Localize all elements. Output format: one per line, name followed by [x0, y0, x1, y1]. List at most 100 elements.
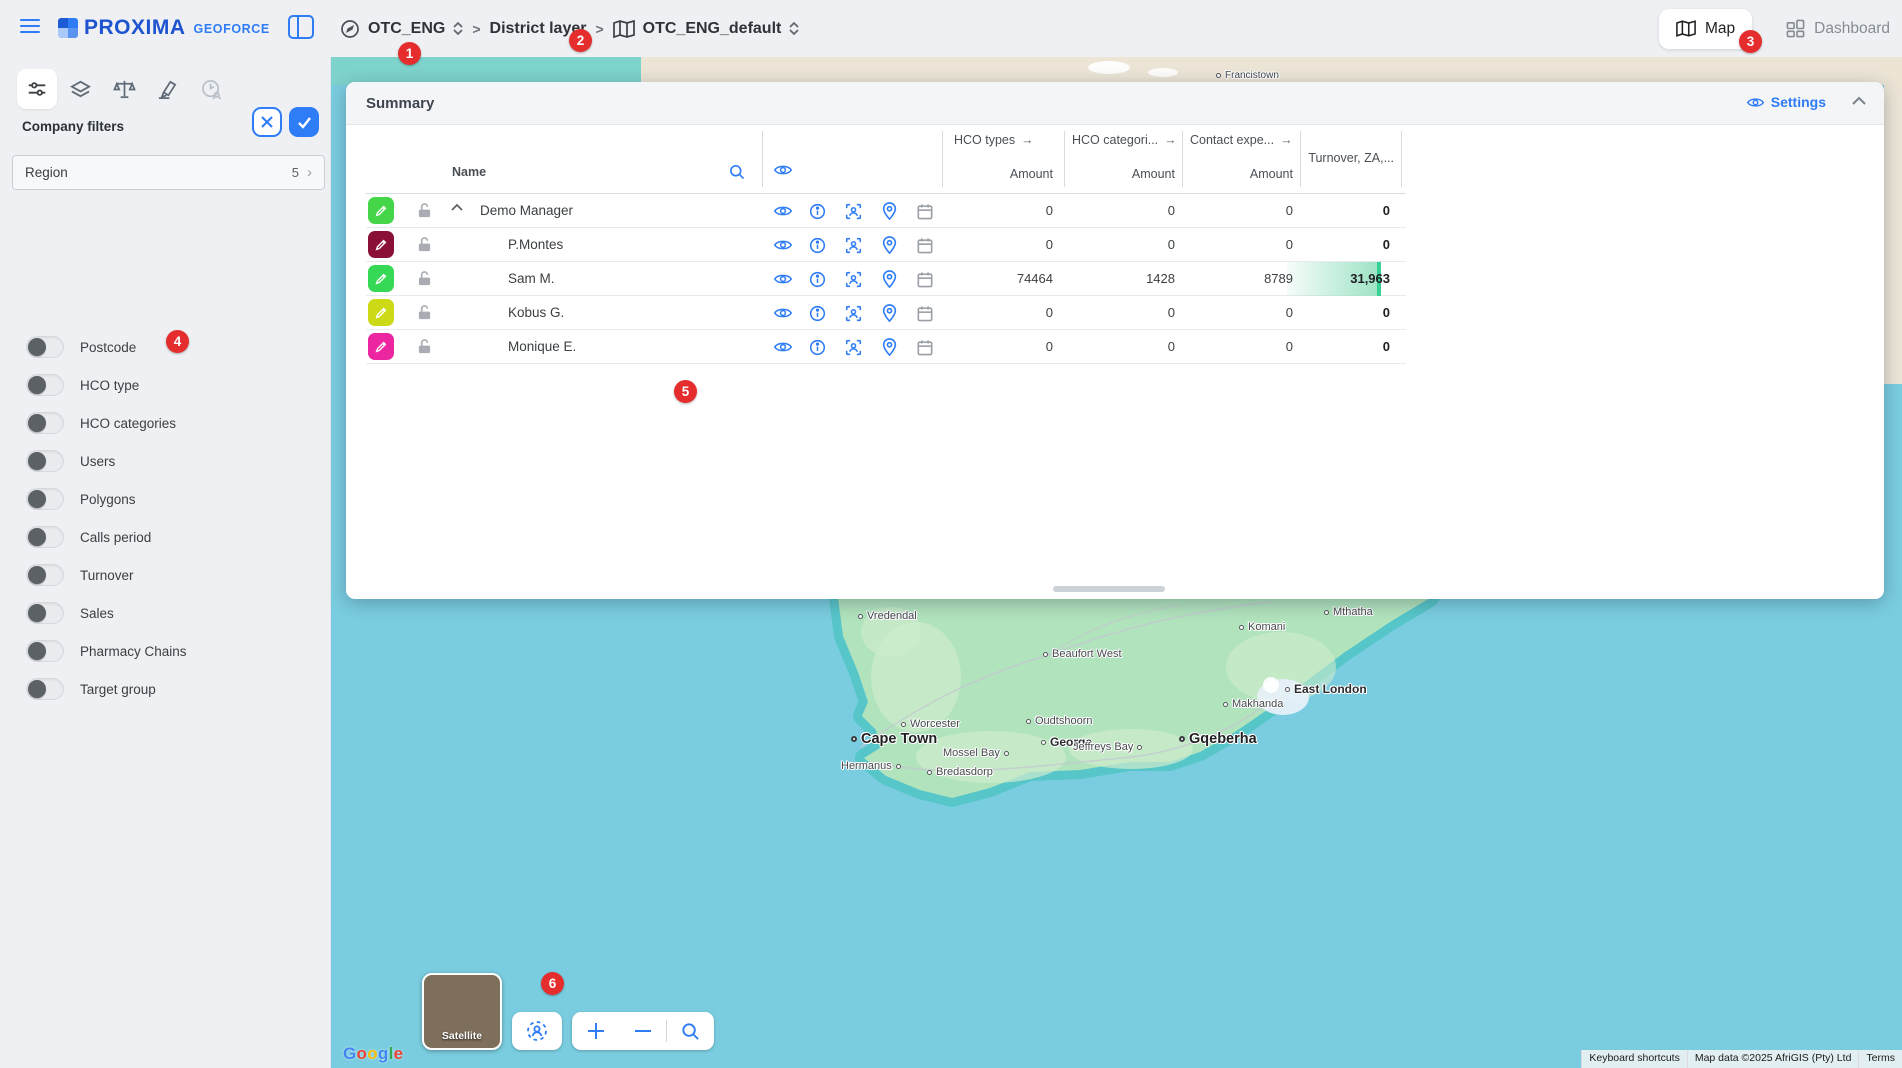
highlighter-tool-button[interactable] [147, 69, 187, 109]
target-group-toggle[interactable] [26, 678, 64, 700]
row-name[interactable]: Demo Manager [480, 203, 573, 218]
amount-header[interactable]: Amount [953, 167, 1053, 181]
amount-cell: 0 [953, 203, 1053, 218]
collapse-chevron-icon[interactable] [451, 203, 463, 211]
eye-icon[interactable] [774, 202, 792, 220]
zoom-out-button[interactable] [619, 1012, 666, 1050]
map-search-button[interactable] [667, 1012, 714, 1050]
collapse-panel-button[interactable] [1852, 96, 1866, 105]
info-icon[interactable] [808, 304, 826, 322]
calendar-icon[interactable] [916, 202, 934, 220]
amount-cell: 0 [1075, 203, 1175, 218]
filters-tool-button[interactable] [17, 69, 57, 109]
location-pin-icon[interactable] [880, 202, 898, 220]
info-icon[interactable] [808, 270, 826, 288]
row-name[interactable]: Monique E. [508, 339, 576, 354]
pharmacy-chains-toggle[interactable] [26, 640, 64, 662]
proxima-logo-icon [58, 18, 78, 38]
lock-icon[interactable] [417, 202, 432, 219]
apply-filters-button[interactable] [289, 107, 319, 137]
table-row[interactable]: Monique E. 0 0 0 0 [366, 330, 1406, 364]
table-row[interactable]: Demo Manager 0 0 0 0 [366, 194, 1406, 228]
row-color-badge[interactable] [368, 333, 394, 360]
row-name[interactable]: Kobus G. [508, 305, 564, 320]
location-pin-icon[interactable] [880, 270, 898, 288]
focus-user-icon[interactable] [844, 304, 862, 322]
location-pin-icon[interactable] [880, 304, 898, 322]
row-color-badge[interactable] [368, 299, 394, 326]
plus-icon [585, 1020, 607, 1042]
visibility-column-icon[interactable] [774, 163, 792, 177]
amount-header[interactable]: Amount [1193, 167, 1293, 181]
row-color-badge[interactable] [368, 231, 394, 258]
calendar-icon[interactable] [916, 270, 934, 288]
location-pin-icon[interactable] [880, 236, 898, 254]
panel-resize-handle[interactable] [1053, 586, 1165, 592]
hamburger-menu-icon[interactable] [20, 19, 40, 35]
clear-filters-button[interactable] [252, 107, 282, 137]
compare-tool-button[interactable] [104, 69, 144, 109]
sidebar-toggle-icon[interactable] [288, 15, 314, 39]
keyboard-shortcuts-link[interactable]: Keyboard shortcuts [1581, 1050, 1686, 1068]
lock-icon[interactable] [417, 304, 432, 321]
eye-icon[interactable] [774, 338, 792, 356]
dashboard-view-button[interactable]: Dashboard [1786, 19, 1890, 38]
info-icon[interactable] [808, 202, 826, 220]
row-color-badge[interactable] [368, 197, 394, 224]
sales-toggle[interactable] [26, 602, 64, 624]
search-icon[interactable] [728, 163, 746, 181]
lock-icon[interactable] [417, 236, 432, 253]
users-toggle[interactable] [26, 450, 64, 472]
name-column-header[interactable]: Name [452, 165, 486, 179]
group-header-contact[interactable]: Contact expe...→ [1190, 133, 1293, 147]
calls-period-toggle[interactable] [26, 526, 64, 548]
hco-categories-toggle[interactable] [26, 412, 64, 434]
focus-user-icon[interactable] [844, 270, 862, 288]
city-marker-icon [1041, 740, 1046, 745]
eye-icon[interactable] [774, 270, 792, 288]
eye-icon[interactable] [774, 236, 792, 254]
table-row[interactable]: Sam M. 74464 1428 8789 31,963 [366, 262, 1406, 296]
project-selector-chevrons-icon[interactable] [453, 22, 463, 35]
layers-tool-button[interactable] [60, 69, 100, 109]
row-name[interactable]: Sam M. [508, 271, 555, 286]
amount-cell: 74464 [953, 271, 1053, 286]
lock-icon[interactable] [417, 270, 432, 287]
postcode-toggle[interactable] [26, 336, 64, 358]
breadcrumb-view[interactable]: OTC_ENG_default [643, 20, 782, 38]
turnover-toggle[interactable] [26, 564, 64, 586]
view-selector-chevrons-icon[interactable] [789, 22, 799, 35]
focus-user-icon[interactable] [844, 236, 862, 254]
group-header-turnover[interactable]: Turnover, ZA,... [1274, 151, 1394, 165]
location-pin-icon[interactable] [880, 338, 898, 356]
city-label: Cape Town [851, 731, 937, 747]
city-label: East London [1285, 682, 1367, 696]
calendar-icon[interactable] [916, 338, 934, 356]
breadcrumb-project[interactable]: OTC_ENG [368, 20, 445, 38]
amount-header[interactable]: Amount [1075, 167, 1175, 181]
info-icon[interactable] [808, 338, 826, 356]
calendar-icon[interactable] [916, 236, 934, 254]
satellite-label: Satellite [424, 1030, 500, 1042]
zoom-in-button[interactable] [572, 1012, 619, 1050]
satellite-layer-button[interactable]: Satellite [422, 973, 502, 1050]
google-logo[interactable]: Google [343, 1044, 403, 1064]
table-row[interactable]: Kobus G. 0 0 0 0 [366, 296, 1406, 330]
eye-icon[interactable] [774, 304, 792, 322]
row-color-badge[interactable] [368, 265, 394, 292]
polygons-toggle[interactable] [26, 488, 64, 510]
calendar-icon[interactable] [916, 304, 934, 322]
region-filter-row[interactable]: Region 5 › [12, 155, 325, 190]
group-header-hco-types[interactable]: HCO types→ [954, 133, 1034, 147]
focus-user-icon[interactable] [844, 202, 862, 220]
my-location-button[interactable] [512, 1012, 562, 1050]
settings-button[interactable]: Settings [1747, 94, 1826, 110]
table-row[interactable]: P.Montes 0 0 0 0 [366, 228, 1406, 262]
hco-type-toggle[interactable] [26, 374, 64, 396]
info-icon[interactable] [808, 236, 826, 254]
lock-icon[interactable] [417, 338, 432, 355]
focus-user-icon[interactable] [844, 338, 862, 356]
terms-link[interactable]: Terms [1858, 1050, 1902, 1068]
group-header-hco-categories[interactable]: HCO categori...→ [1072, 133, 1177, 147]
row-name[interactable]: P.Montes [508, 237, 563, 252]
